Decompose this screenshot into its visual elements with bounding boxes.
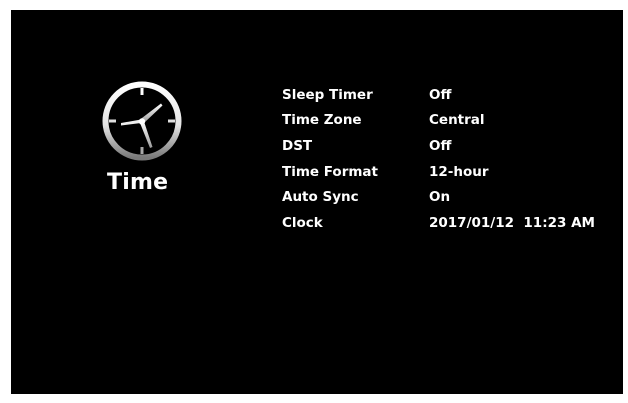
settings-list: Sleep Timer Off Time Zone Central DST Of… (282, 82, 595, 236)
menu-title: Time (107, 170, 169, 195)
setting-value: Central (429, 112, 485, 129)
setting-label: DST (282, 137, 313, 154)
setting-dst[interactable]: DST Off (282, 133, 595, 159)
setting-time-zone[interactable]: Time Zone Central (282, 108, 595, 134)
setting-value: 12-hour (429, 163, 489, 180)
setting-value: On (429, 189, 451, 206)
setting-sleep-timer[interactable]: Sleep Timer Off (282, 82, 595, 108)
setting-label: Time Zone (282, 112, 362, 129)
setting-clock[interactable]: Clock 2017/01/12 11:23 AM (282, 210, 595, 236)
setting-label: Auto Sync (282, 189, 359, 206)
clock-icon (100, 79, 184, 163)
setting-value: Off (429, 137, 452, 154)
setting-auto-sync[interactable]: Auto Sync On (282, 184, 595, 210)
setting-time-format[interactable]: Time Format 12-hour (282, 159, 595, 185)
setting-value: 2017/01/12 11:23 AM (429, 214, 595, 231)
setting-value: Off (429, 86, 452, 103)
tv-screen: Time Sleep Timer Off Time Zone Central D… (11, 10, 623, 394)
setting-label: Sleep Timer (282, 86, 373, 103)
setting-label: Time Format (282, 163, 378, 180)
setting-label: Clock (282, 214, 323, 231)
